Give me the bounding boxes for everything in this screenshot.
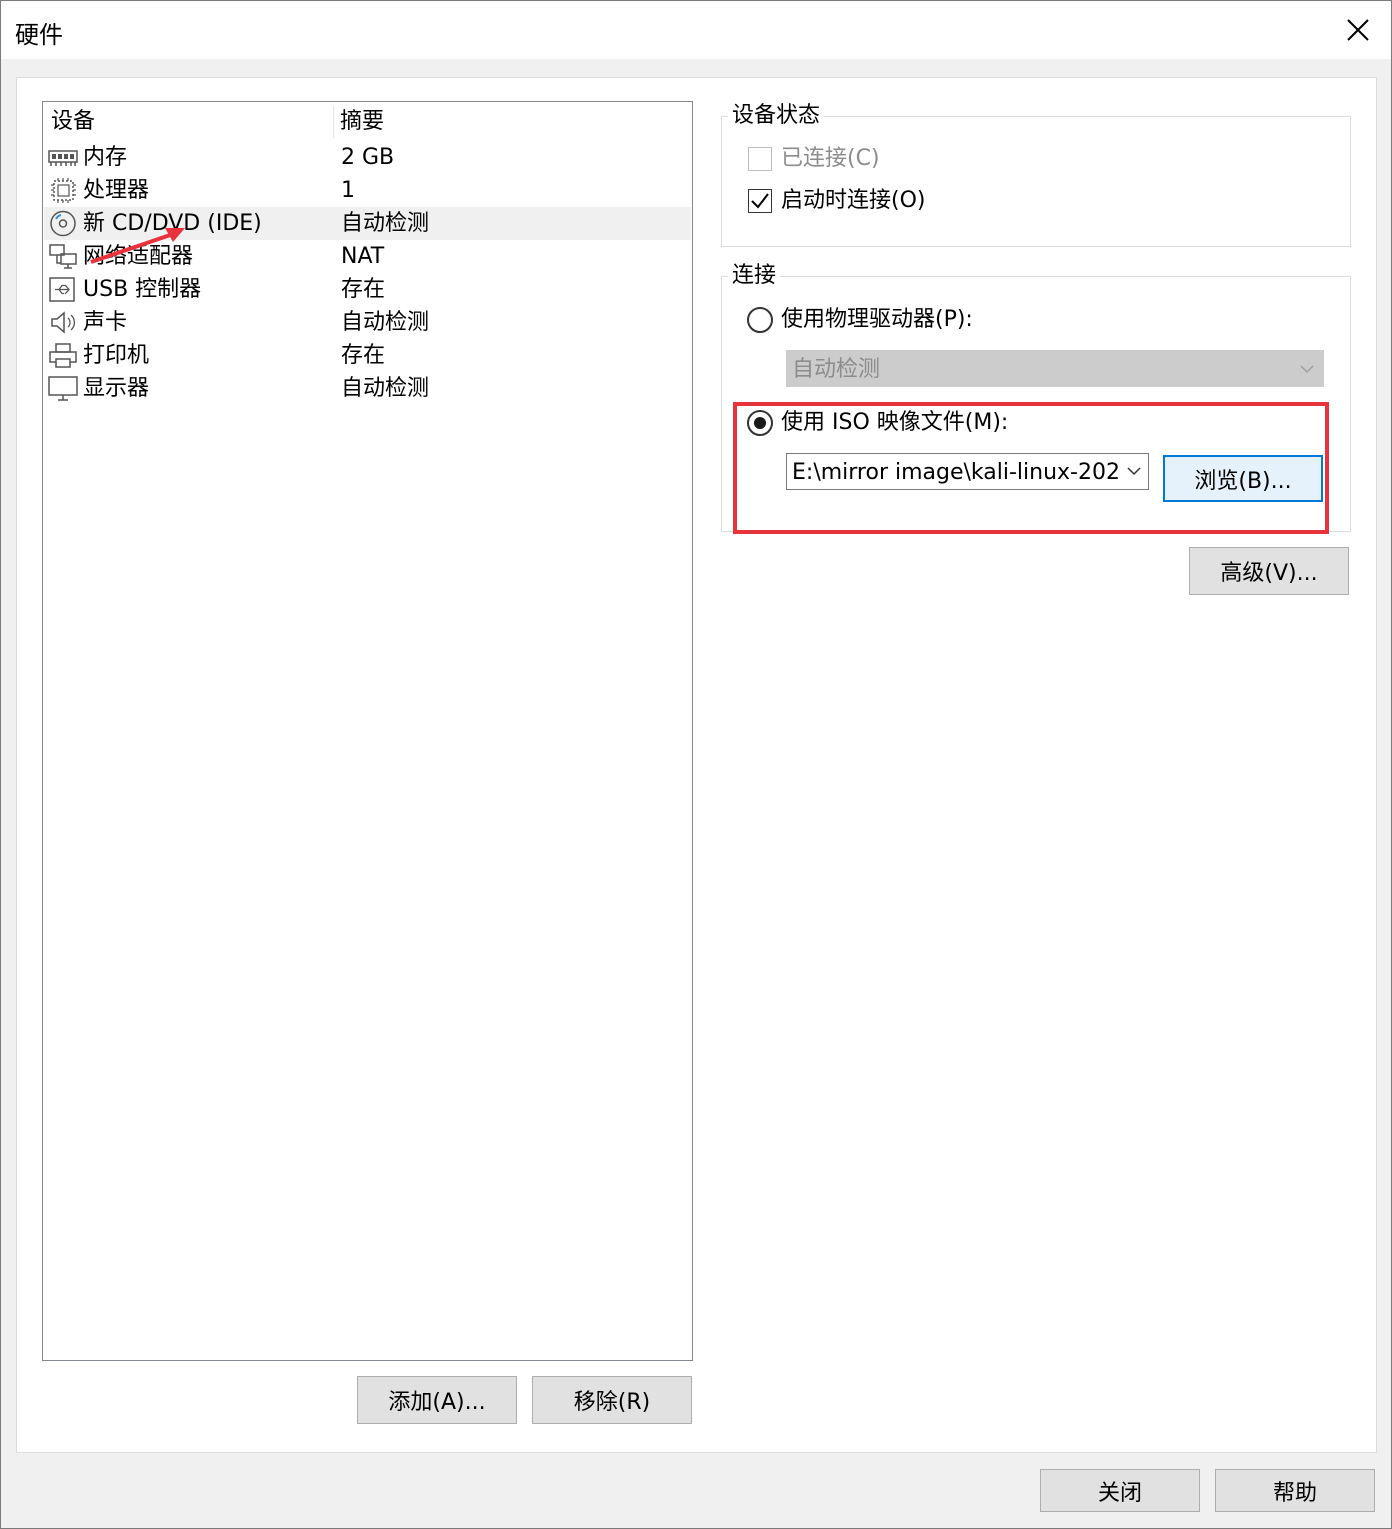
help-button[interactable]: 帮助 [1215, 1469, 1375, 1512]
remove-device-button[interactable]: 移除(R) [532, 1376, 692, 1424]
annotation-highlight-box [733, 402, 1329, 534]
device-summary: 存在 [341, 277, 386, 302]
device-name: 打印机 [83, 343, 150, 368]
device-summary: 1 [341, 178, 355, 203]
connection-title: 连接 [728, 263, 781, 289]
window-title: 硬件 [15, 21, 63, 49]
speaker-icon [51, 311, 75, 334]
device-name: 显示器 [83, 376, 150, 401]
connect-on-start-label: 启动时连接(O) [781, 188, 926, 213]
advanced-button[interactable]: 高级(V)... [1189, 547, 1349, 595]
physical-drive-label: 使用物理驱动器(P): [781, 307, 973, 332]
device-summary: 自动检测 [341, 376, 430, 401]
memory-icon [48, 150, 78, 166]
add-device-button[interactable]: 添加(A)... [357, 1376, 517, 1424]
close-button[interactable]: 关闭 [1040, 1469, 1200, 1512]
usb-icon [49, 277, 75, 302]
title-bar: 硬件 [1, 1, 1391, 59]
physical-drive-value: 自动检测 [792, 357, 881, 382]
device-row-sound[interactable]: 声卡 自动检测 [44, 306, 691, 339]
device-summary: 存在 [341, 343, 386, 368]
connect-on-start-checkbox[interactable] [748, 189, 772, 213]
connected-label: 已连接(C) [781, 146, 880, 171]
device-summary: NAT [341, 244, 385, 269]
monitor-icon [48, 376, 78, 401]
device-name: 内存 [83, 145, 128, 170]
device-summary: 自动检测 [341, 211, 430, 236]
device-name: 声卡 [83, 310, 128, 335]
network-adapter-icon [49, 244, 77, 269]
device-summary: 自动检测 [341, 310, 430, 335]
column-divider[interactable] [333, 106, 334, 138]
column-header-summary[interactable]: 摘要 [340, 102, 384, 140]
device-name: USB 控制器 [83, 277, 202, 302]
chevron-down-icon [1300, 365, 1314, 374]
checkmark-icon [751, 193, 769, 209]
printer-icon [49, 343, 77, 368]
close-window-button[interactable] [1325, 1, 1391, 59]
physical-drive-select[interactable]: 自动检测 [786, 350, 1324, 387]
column-header-device[interactable]: 设备 [51, 102, 95, 140]
physical-drive-radio[interactable] [747, 307, 773, 333]
device-row-processor[interactable]: 处理器 1 [44, 174, 691, 207]
processor-icon [51, 178, 76, 203]
device-row-usb[interactable]: USB 控制器 存在 [44, 273, 691, 306]
device-row-printer[interactable]: 打印机 存在 [44, 339, 691, 372]
connected-checkbox[interactable] [748, 147, 772, 171]
device-summary: 2 GB [341, 145, 395, 170]
device-list[interactable]: 设备 摘要 内存 2 GB 处理器 1 新 CD/DVD (IDE) 自动检测 … [42, 101, 693, 1361]
device-status-title: 设备状态 [728, 103, 825, 129]
device-row-memory[interactable]: 内存 2 GB [44, 141, 691, 174]
cd-dvd-icon [50, 210, 76, 237]
close-icon [1347, 19, 1369, 41]
device-status-group [721, 116, 1351, 247]
device-name: 处理器 [83, 178, 150, 203]
device-row-display[interactable]: 显示器 自动检测 [44, 372, 691, 405]
annotation-arrow-icon [90, 228, 185, 264]
